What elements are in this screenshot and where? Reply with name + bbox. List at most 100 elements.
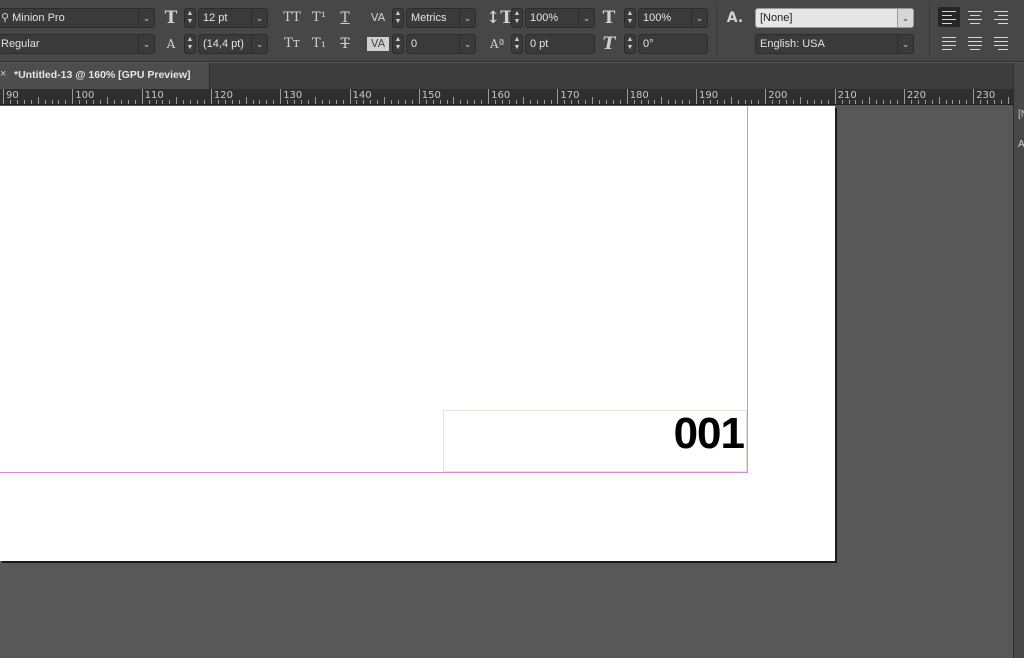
kerning-dropdown-icon[interactable]: ⌄ <box>459 9 475 27</box>
baseline-shift-field[interactable]: 0 pt <box>525 34 595 54</box>
language-dropdown-icon[interactable]: ⌄ <box>897 35 913 53</box>
subscript-icon[interactable]: T₁ <box>308 34 330 54</box>
font-style-field[interactable]: Regular ⌄ <box>0 34 155 54</box>
ruler-minor-tick <box>931 100 933 104</box>
ruler-minor-tick <box>9 100 11 104</box>
leading-field[interactable]: (14,4 pt) ⌄ <box>198 34 268 54</box>
language-field[interactable]: English: USA ⌄ <box>755 34 914 54</box>
align-left-button[interactable] <box>938 7 960 27</box>
skew-field[interactable]: 0° <box>638 34 708 54</box>
font-family-dropdown-icon[interactable]: ⌄ <box>138 9 154 27</box>
baseline-shift-icon: Aª <box>489 37 505 51</box>
ruler-minor-tick <box>37 97 39 104</box>
ruler-major-tick <box>280 89 282 104</box>
ruler-minor-tick <box>273 100 275 104</box>
ruler-minor-tick <box>599 100 600 104</box>
ruler-minor-tick <box>508 100 510 104</box>
horizontal-scale-field[interactable]: 100% ⌄ <box>638 8 708 28</box>
document-tab-bar: × *Untitled-13 @ 160% [GPU Preview] <box>0 63 1024 89</box>
justify-left-button[interactable] <box>938 33 960 53</box>
ruler-minor-tick <box>716 100 718 104</box>
ruler-minor-tick <box>571 100 573 104</box>
baseline-shift-stepper[interactable]: ▲ ▼ <box>511 34 523 54</box>
ruler-minor-tick <box>328 100 330 104</box>
ruler-minor-tick <box>793 100 794 104</box>
ruler-minor-tick <box>543 100 545 104</box>
ruler-minor-tick <box>668 100 670 104</box>
leading-dropdown-icon[interactable]: ⌄ <box>251 35 267 53</box>
superscript-icon[interactable]: T¹ <box>308 8 330 28</box>
tracking-stepper[interactable]: ▲ ▼ <box>392 34 404 54</box>
tracking-field[interactable]: 0 ⌄ <box>406 34 476 54</box>
ruler-minor-tick <box>661 97 663 104</box>
tracking-dropdown-icon[interactable]: ⌄ <box>459 35 475 53</box>
justify-right-button[interactable] <box>990 33 1012 53</box>
ruler-minor-tick <box>294 100 296 104</box>
ruler-minor-tick <box>890 100 891 104</box>
vertical-scale-dropdown-icon[interactable]: ⌄ <box>578 9 594 27</box>
vertical-scale-stepper[interactable]: ▲ ▼ <box>511 8 523 28</box>
ruler-minor-tick <box>862 100 864 104</box>
document-page[interactable]: 001 <box>0 106 835 561</box>
ruler-minor-tick <box>342 100 344 104</box>
small-caps-icon[interactable]: Tт <box>280 34 304 54</box>
underline-icon[interactable]: T <box>335 8 355 28</box>
leading-stepper[interactable]: ▲ ▼ <box>184 34 196 54</box>
strikethrough-icon[interactable]: T <box>335 34 355 54</box>
vertical-scale-field[interactable]: 100% ⌄ <box>525 8 595 28</box>
ruler-minor-tick <box>377 100 379 104</box>
ruler-minor-tick <box>612 100 614 104</box>
horizontal-scale-stepper[interactable]: ▲ ▼ <box>624 8 636 28</box>
ruler-minor-tick <box>259 100 261 104</box>
ruler-minor-tick <box>772 100 774 104</box>
font-size-dropdown-icon[interactable]: ⌄ <box>251 9 267 27</box>
right-margin-guide <box>747 106 748 473</box>
font-size-field[interactable]: 12 pt ⌄ <box>198 8 268 28</box>
justify-center-button[interactable] <box>964 33 986 53</box>
ruler-minor-tick <box>605 100 607 104</box>
ruler-minor-tick <box>709 100 711 104</box>
font-size-stepper[interactable]: ▲ ▼ <box>184 8 196 28</box>
document-tab[interactable]: × *Untitled-13 @ 160% [GPU Preview] <box>0 63 210 89</box>
ruler-minor-tick <box>980 100 982 104</box>
kerning-stepper[interactable]: ▲ ▼ <box>392 8 404 28</box>
align-right-button[interactable] <box>990 7 1012 27</box>
separator <box>716 4 717 56</box>
character-style-dropdown-icon[interactable]: ⌄ <box>897 9 913 27</box>
ruler-minor-tick <box>883 100 885 104</box>
ruler-minor-tick <box>204 100 205 104</box>
horizontal-scale-dropdown-icon[interactable]: ⌄ <box>691 9 707 27</box>
skew-stepper[interactable]: ▲ ▼ <box>624 34 636 54</box>
ruler-minor-tick <box>155 100 157 104</box>
ruler-minor-tick <box>779 100 781 104</box>
ruler-minor-tick <box>806 100 808 104</box>
ruler-minor-tick <box>536 100 538 104</box>
ruler-minor-tick <box>148 100 150 104</box>
collapsed-side-panel[interactable]: [N A <box>1013 63 1024 658</box>
character-style-field[interactable]: [None] ⌄ <box>755 8 914 28</box>
ruler-minor-tick <box>197 100 198 104</box>
ruler-minor-tick <box>224 100 226 104</box>
ruler-minor-tick <box>959 100 961 104</box>
ruler-tick-label: 180 <box>629 90 649 101</box>
all-caps-icon[interactable]: TT <box>280 8 304 28</box>
ruler-minor-tick <box>51 100 53 104</box>
kerning-field[interactable]: Metrics ⌄ <box>406 8 476 28</box>
horizontal-ruler[interactable]: 90 100 110 120 130 140 150 160 170 180 190 200 210 22… <box>0 89 1013 105</box>
ruler-minor-tick <box>44 100 46 104</box>
ruler-minor-tick <box>682 100 684 104</box>
ruler-minor-tick <box>134 100 136 104</box>
ruler-minor-tick <box>786 100 788 104</box>
ruler-minor-tick <box>162 100 164 104</box>
baseline-shift-value: 0 pt <box>530 38 549 50</box>
ruler-minor-tick <box>737 100 739 104</box>
font-style-dropdown-icon[interactable]: ⌄ <box>138 35 154 53</box>
page-number-text-frame[interactable]: 001 <box>443 409 747 472</box>
ruler-major-tick <box>903 89 905 104</box>
align-center-button[interactable] <box>964 7 986 27</box>
ruler-minor-tick <box>481 100 483 104</box>
close-tab-icon[interactable]: × <box>0 68 8 80</box>
pasteboard[interactable]: 001 <box>0 106 1013 658</box>
font-family-field[interactable]: ⚲ Minion Pro ⌄ <box>0 8 155 28</box>
ruler-minor-tick <box>58 100 60 104</box>
